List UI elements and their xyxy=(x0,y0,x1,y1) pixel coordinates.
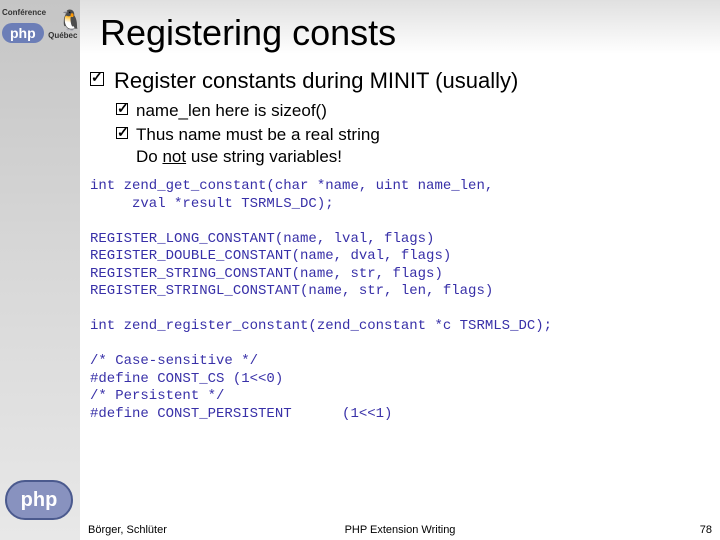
footer-authors: Börger, Schlüter xyxy=(88,524,167,536)
sub-bullet-not-underline: not xyxy=(162,147,186,166)
checkbox-checked-icon xyxy=(116,103,128,115)
sidebar-strip xyxy=(0,0,80,540)
code-block: int zend_get_constant(char *name, uint n… xyxy=(90,178,710,423)
sub-bullet-line1: Thus name must be a real string xyxy=(136,125,380,144)
mascot-icon: 🐧 xyxy=(58,8,83,33)
sub-bullet-list: name_len here is sizeof() Thus name must… xyxy=(116,100,710,168)
sub-bullet-line2-post: use string variables! xyxy=(186,147,342,166)
sub-bullet-row: Thus name must be a real string Do not u… xyxy=(116,124,710,168)
main-bullet-row: Register constants during MINIT (usually… xyxy=(90,68,710,94)
php-logo-bottom: php xyxy=(5,480,73,520)
checkbox-checked-icon xyxy=(90,72,104,86)
footer: Börger, Schlüter PHP Extension Writing 7… xyxy=(88,524,712,536)
logo-php-badge: php xyxy=(2,23,44,43)
sub-bullet-text: Thus name must be a real string Do not u… xyxy=(136,124,380,168)
logo-conference-text: Conférence xyxy=(2,8,46,17)
footer-title: PHP Extension Writing xyxy=(345,524,456,536)
conference-logo: Conférence 🐧 php Québec xyxy=(2,2,102,47)
main-bullet-text: Register constants during MINIT (usually… xyxy=(114,68,518,94)
slide-content: Register constants during MINIT (usually… xyxy=(90,68,710,423)
slide-title: Registering consts xyxy=(100,12,396,54)
footer-page-number: 78 xyxy=(700,524,712,536)
sub-bullet-line2-pre: Do xyxy=(136,147,162,166)
checkbox-checked-icon xyxy=(116,127,128,139)
sub-bullet-row: name_len here is sizeof() xyxy=(116,100,710,122)
sub-bullet-text: name_len here is sizeof() xyxy=(136,100,327,122)
